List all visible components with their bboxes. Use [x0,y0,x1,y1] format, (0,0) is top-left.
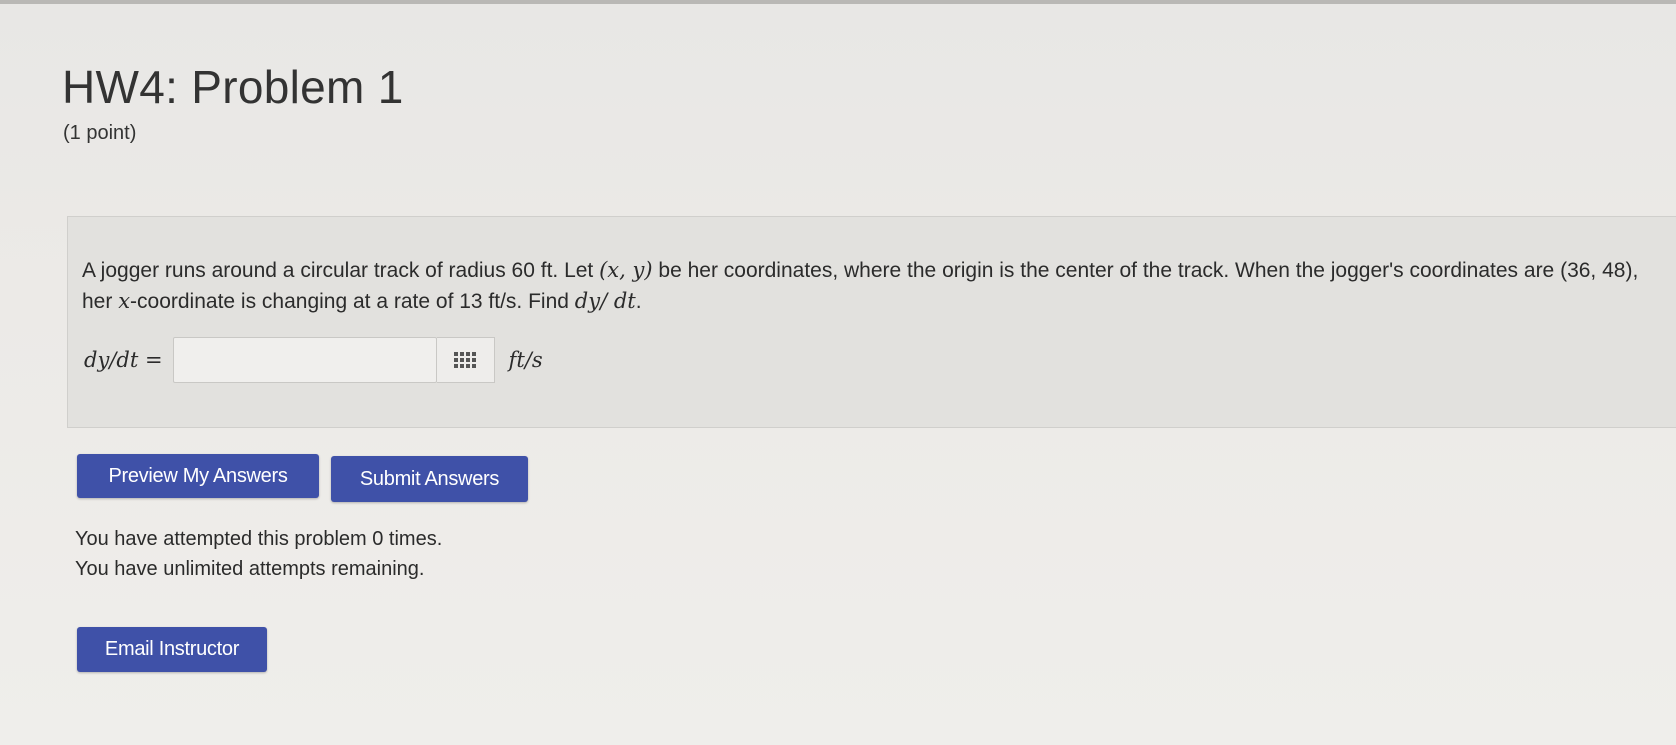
points-label: (1 point) [63,122,137,144]
answer-unit: ft/s [508,348,543,372]
problem-text-part: A jogger runs around a circular track of… [82,259,600,282]
answer-input[interactable] [172,337,437,383]
answer-label: dy/dt = [84,348,163,372]
equation-palette-button[interactable] [436,337,495,383]
problem-text-part: . [635,290,642,313]
page-title: HW4: Problem 1 [62,61,404,113]
math-dydt: dy/ dt [574,289,636,313]
preview-answers-button[interactable]: Preview My Answers [77,454,319,498]
attempts-remaining-text: You have unlimited attempts remaining. [75,558,425,580]
email-instructor-button[interactable]: Email Instructor [77,627,267,672]
answer-row: dy/dt = ft/s [84,336,543,384]
submit-answers-button[interactable]: Submit Answers [331,456,528,502]
math-coordinates: (x, y) [599,258,653,282]
problem-box: A jogger runs around a circular track of… [67,216,1676,428]
math-x: x [118,289,131,313]
attempts-count-text: You have attempted this problem 0 times. [75,528,443,550]
attempts-info: You have attempted this problem 0 times.… [75,524,442,584]
problem-text-part: -coordinate is changing at a rate of 13 … [130,290,575,313]
problem-statement: A jogger runs around a circular track of… [82,255,1672,317]
grid-icon [454,352,477,368]
top-edge [0,0,1676,4]
